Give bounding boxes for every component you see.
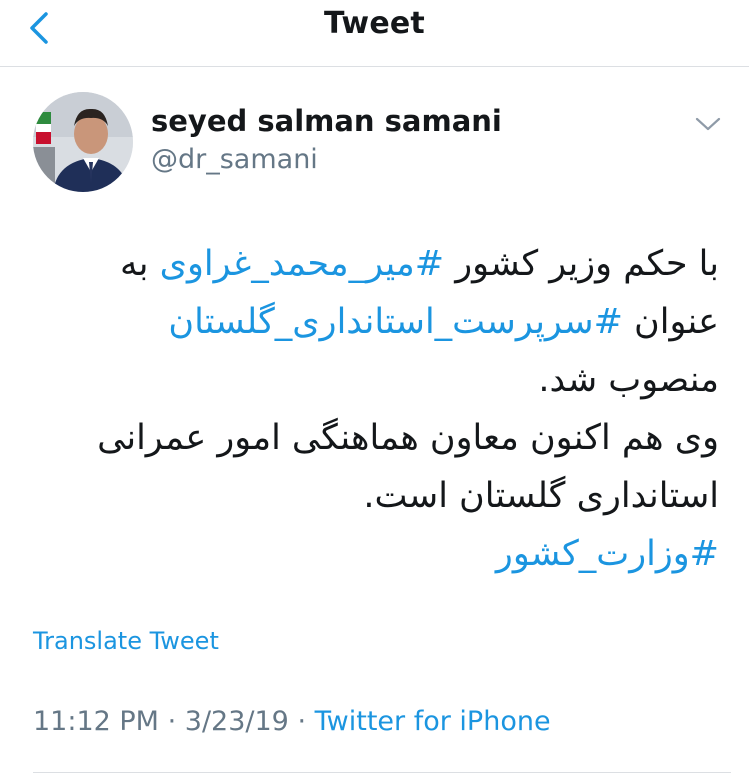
top-bar: Tweet [0, 0, 749, 67]
tweet-line: وی هم اکنون معاون هماهنگی امور عمرانی [97, 418, 719, 458]
tweet-text-segment: با حکم وزیر کشور [444, 244, 719, 284]
tweet-line: منصوب شد. [538, 360, 719, 400]
chevron-down-icon [695, 117, 721, 131]
tweet-line: با حکم وزیر کشور #میر_محمد_غراوی به [29, 235, 719, 293]
tweet-meta: 11:12 PM · 3/23/19 · Twitter for iPhone [33, 706, 551, 737]
tweet-menu-button[interactable] [693, 112, 723, 136]
tweet-text-segment: عنوان [622, 302, 719, 342]
hashtag-link[interactable]: #میر_محمد_غراوی [160, 244, 445, 284]
tweet-line: #وزارت_کشور [29, 525, 719, 583]
meta-separator: · [167, 706, 177, 737]
author-handle[interactable]: @dr_samani [151, 144, 318, 175]
tweet-text-segment: به [119, 244, 160, 284]
profile-photo [33, 92, 133, 192]
tweet-line: استانداری گلستان است. [363, 476, 719, 516]
meta-separator: · [297, 706, 307, 737]
author-name[interactable]: seyed salman samani [151, 104, 502, 138]
hashtag-link[interactable]: #سرپرست_استانداری_گلستان [168, 302, 623, 342]
tweet-time: 11:12 PM [33, 706, 159, 737]
divider [33, 772, 731, 773]
hashtag-link[interactable]: #وزارت_کشور [496, 534, 719, 574]
tweet-source-link[interactable]: Twitter for iPhone [315, 706, 551, 737]
tweet-text: با حکم وزیر کشور #میر_محمد_غراوی به عنوا… [29, 235, 719, 583]
tweet-date: 3/23/19 [184, 706, 289, 737]
tweet-line: عنوان #سرپرست_استانداری_گلستان [29, 293, 719, 351]
page-title: Tweet [324, 6, 425, 41]
translate-tweet-link[interactable]: Translate Tweet [33, 627, 219, 655]
avatar[interactable] [33, 92, 133, 192]
